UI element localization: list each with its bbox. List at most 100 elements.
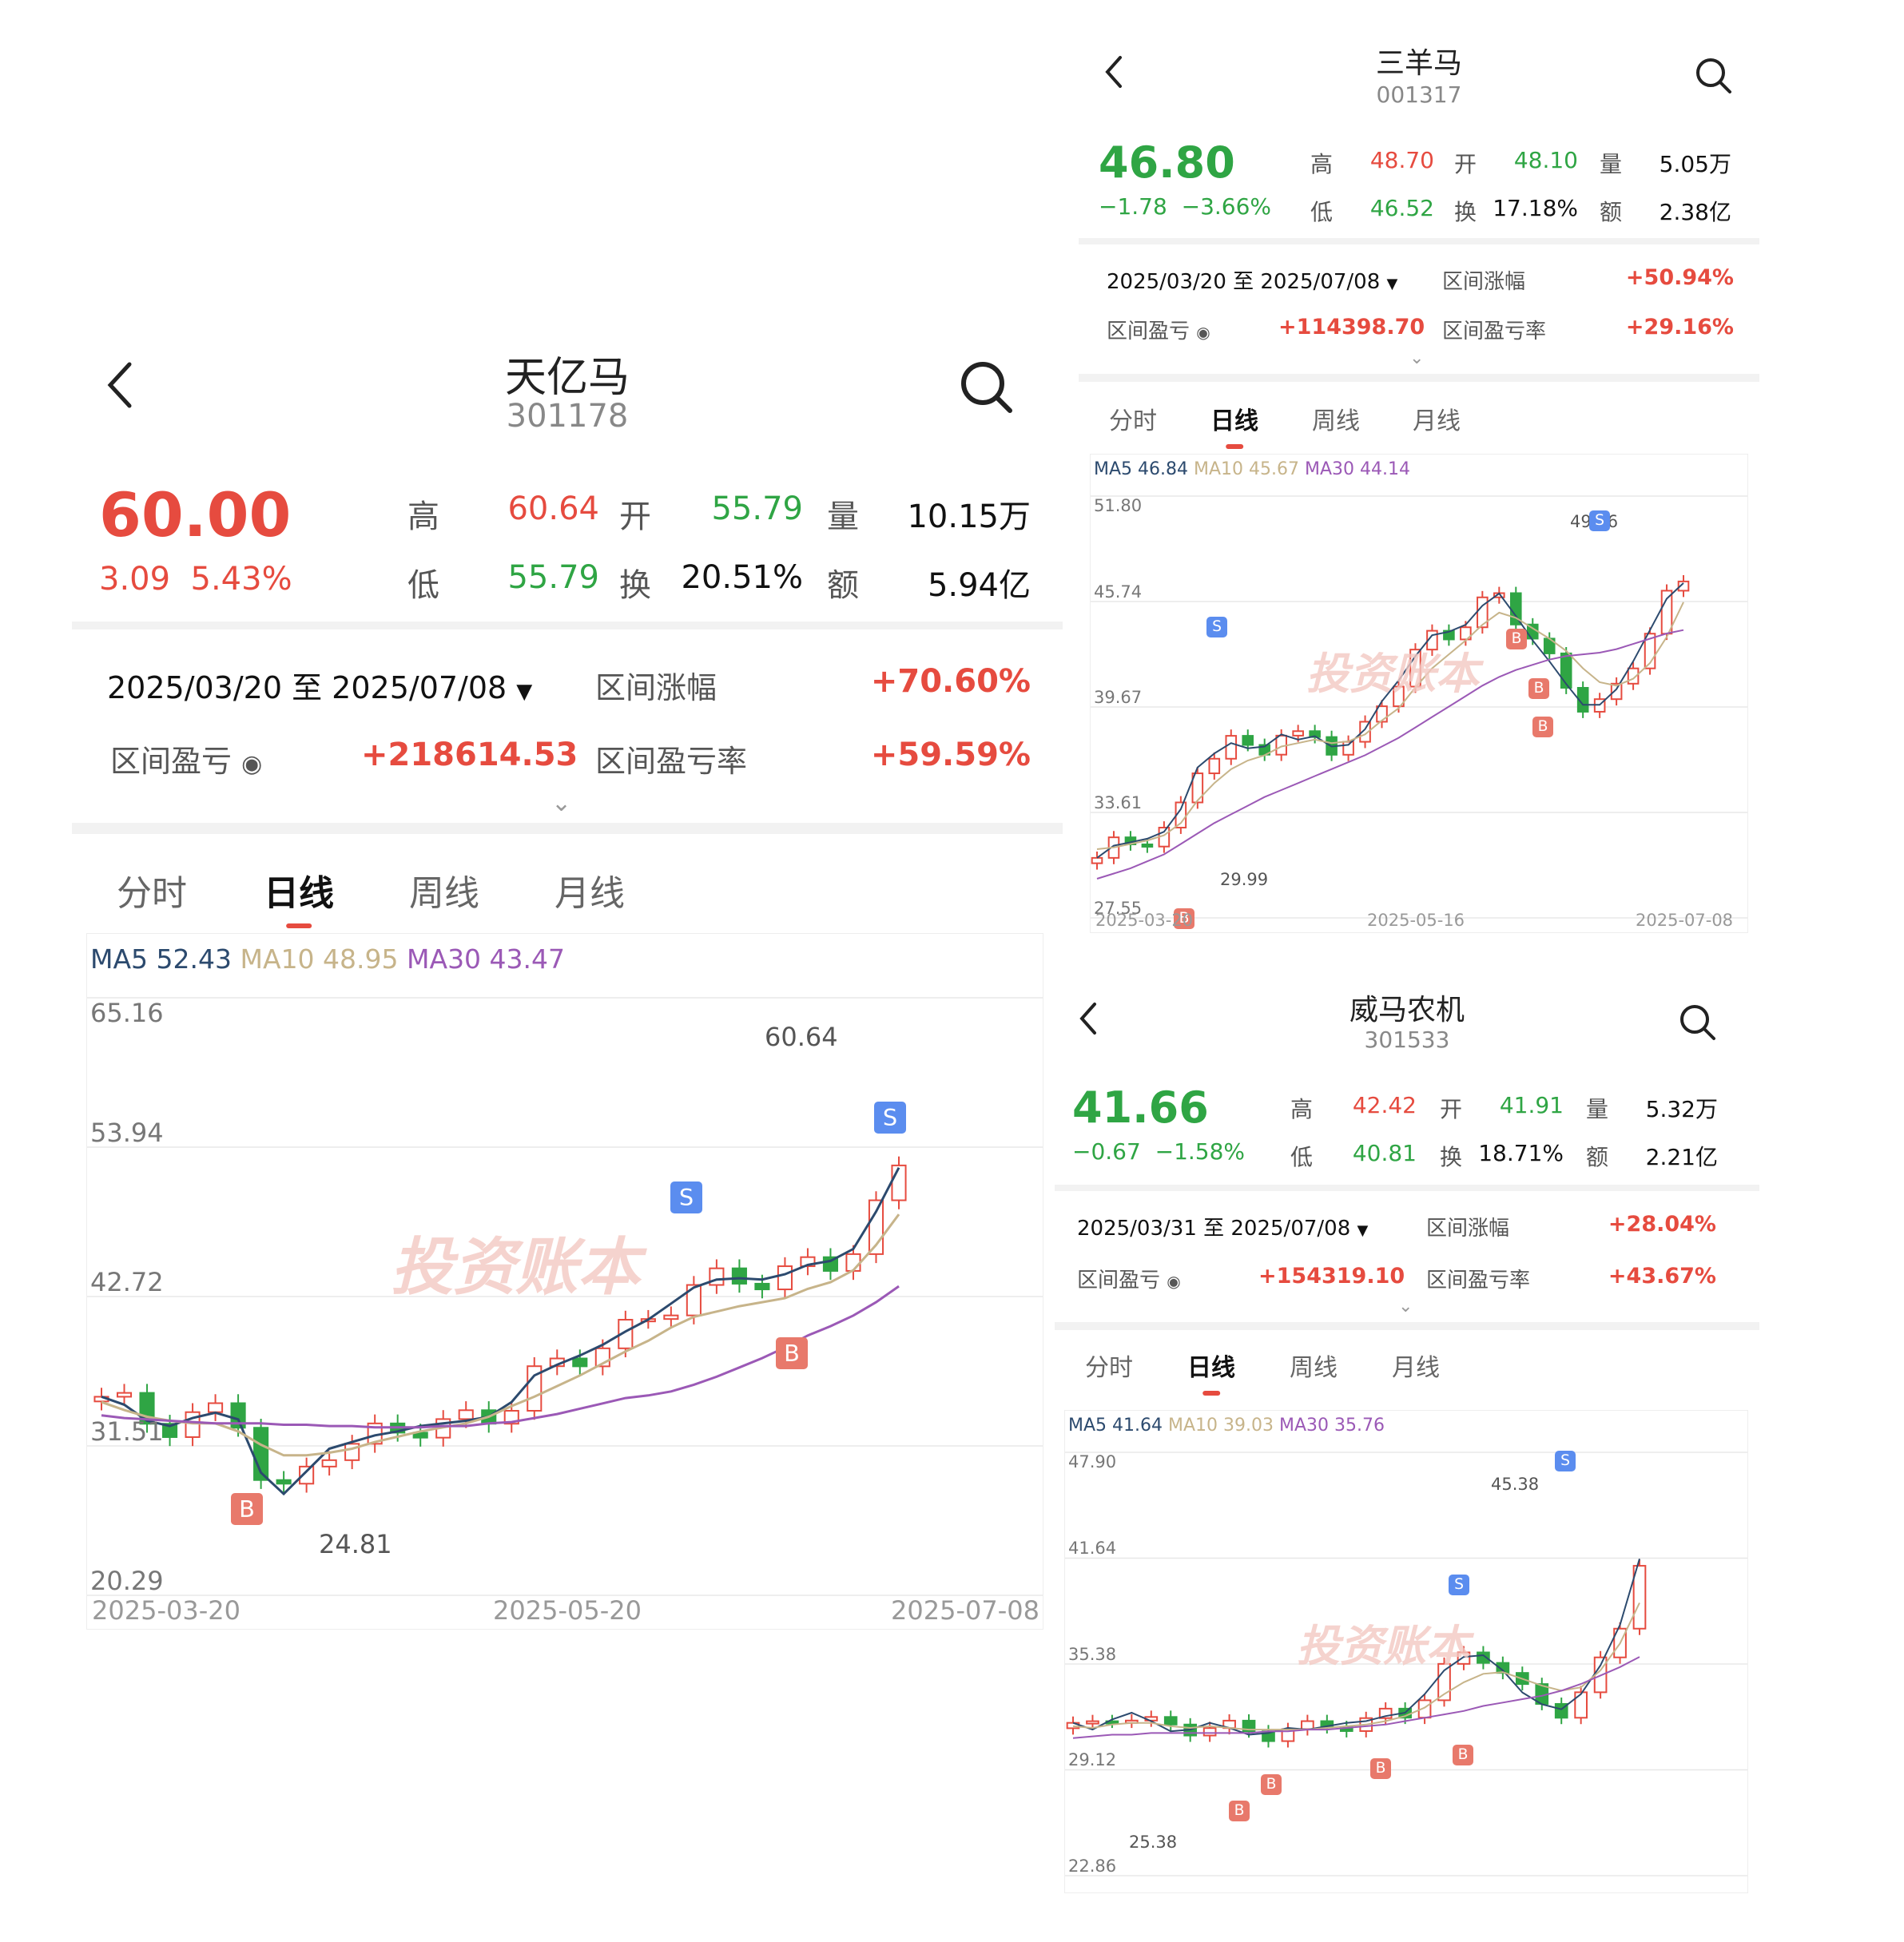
price-change: 3.09 5.43%	[99, 561, 292, 598]
search-icon	[961, 362, 1012, 413]
x-axis-date: 2025-05-20	[493, 1595, 642, 1626]
stat-high: 高 60.64	[407, 490, 599, 535]
range-rise-label: 区间涨幅	[1442, 270, 1526, 294]
buy-marker[interactable]: B	[1506, 629, 1527, 649]
ma5-line	[101, 1167, 900, 1496]
divider	[72, 622, 1063, 629]
x-axis-date: 2025-03-20	[92, 1595, 240, 1626]
candle-body	[208, 1402, 224, 1413]
range-selector[interactable]: 2025/03/31 至 2025/07/08 ▼	[1077, 1212, 1368, 1241]
x-axis-date: 2025-05-16	[1367, 910, 1465, 930]
tab-monthly[interactable]: 月线	[1392, 1348, 1440, 1383]
tab-weekly[interactable]: 周线	[1312, 401, 1360, 436]
range-selector[interactable]: 2025/03/20 至 2025/07/08 ▼	[107, 663, 532, 707]
range-selector[interactable]: 2025/03/20 至 2025/07/08 ▼	[1107, 265, 1397, 295]
price-change: −0.67 −1.58%	[1072, 1138, 1245, 1165]
stat-turnover: 换 20.51%	[619, 559, 803, 604]
candle-body	[777, 1265, 793, 1291]
candle-body	[1292, 730, 1304, 737]
change-value: 3.09	[99, 561, 171, 598]
divider	[1055, 1185, 1759, 1191]
buy-marker[interactable]: B	[776, 1337, 808, 1369]
stat-volume: 量 5.32万	[1586, 1096, 1718, 1122]
change-value: −1.78	[1099, 193, 1167, 220]
price-change: −1.78 −3.66%	[1099, 193, 1271, 220]
stat-low: 低 46.52	[1310, 195, 1434, 225]
tab-daily[interactable]: 日线	[1187, 1348, 1235, 1383]
kline-chart[interactable]: MA5 41.64 MA10 39.03 MA30 35.76 47.90 41.…	[1064, 1410, 1748, 1893]
buy-marker[interactable]: B	[1453, 1745, 1473, 1765]
y-axis-label: 39.67	[1094, 687, 1143, 707]
stock-name: 三羊马	[1375, 47, 1462, 80]
tab-monthly[interactable]: 月线	[555, 864, 625, 915]
divider	[1055, 1322, 1759, 1330]
triangle-down-icon: ▼	[516, 680, 533, 704]
stock-name: 天亿马	[504, 354, 630, 402]
tab-weekly[interactable]: 周线	[1290, 1348, 1338, 1383]
search-button[interactable]	[1694, 56, 1734, 96]
sell-marker[interactable]: S	[1449, 1575, 1469, 1595]
sell-marker[interactable]: S	[1555, 1451, 1576, 1471]
sell-marker[interactable]: S	[874, 1102, 906, 1134]
search-button[interactable]	[959, 359, 1015, 415]
tab-intraday[interactable]: 分时	[1109, 401, 1157, 436]
watermark: 投资账本	[1306, 649, 1479, 699]
y-axis-label: 41.64	[1068, 1539, 1117, 1559]
candle-body	[1242, 735, 1254, 746]
range-pnl-rate-value: +59.59%	[870, 737, 1031, 773]
eye-icon[interactable]: ◉	[1196, 323, 1210, 342]
kline-chart[interactable]: MA5 52.43 MA10 48.95 MA30 43.47 65.16 53.…	[86, 933, 1043, 1630]
stat-low: 低 40.81	[1290, 1140, 1417, 1170]
watermark: 投资账本	[391, 1232, 641, 1304]
stock-code: 001317	[1376, 81, 1462, 108]
min-price-annotation: 25.38	[1129, 1833, 1178, 1852]
tab-monthly[interactable]: 月线	[1413, 401, 1461, 436]
current-price: 41.66	[1072, 1082, 1209, 1133]
chevron-down-icon[interactable]: ⌄	[1409, 348, 1424, 368]
buy-marker[interactable]: B	[1532, 717, 1553, 737]
buy-marker[interactable]: B	[231, 1493, 263, 1525]
chevron-down-icon[interactable]: ⌄	[551, 789, 571, 817]
triangle-down-icon: ▼	[1357, 1222, 1369, 1239]
range-pnl-rate-label: 区间盈亏率	[595, 744, 748, 779]
search-button[interactable]	[1678, 1003, 1718, 1042]
stat-low: 低 55.79	[407, 559, 599, 604]
buy-marker[interactable]: B	[1528, 678, 1549, 699]
x-axis-date: 2025-03-20	[1095, 910, 1194, 930]
tab-daily[interactable]: 日线	[264, 864, 334, 915]
range-rise-value: +28.04%	[1608, 1212, 1716, 1237]
tab-intraday[interactable]: 分时	[1085, 1348, 1133, 1383]
eye-icon[interactable]: ◉	[241, 750, 262, 778]
sell-marker[interactable]: S	[1589, 510, 1610, 531]
range-rise-label: 区间涨幅	[595, 670, 717, 705]
stat-turnover: 换 17.18%	[1454, 195, 1578, 225]
range-pnl-rate-value: +29.16%	[1625, 315, 1734, 340]
period-tabs: 分时 日线 周线 月线	[1055, 1340, 1759, 1388]
tab-intraday[interactable]: 分时	[117, 864, 187, 915]
y-axis-label: 20.29	[90, 1566, 164, 1597]
x-axis-date: 2025-07-08	[1636, 910, 1734, 930]
tab-daily[interactable]: 日线	[1210, 401, 1258, 436]
buy-marker[interactable]: B	[1261, 1774, 1282, 1795]
chevron-down-icon[interactable]: ⌄	[1398, 1297, 1413, 1317]
change-percent: −3.66%	[1181, 193, 1272, 220]
stat-amount: 额 2.21亿	[1586, 1144, 1718, 1170]
kline-chart[interactable]: MA5 46.84 MA10 45.67 MA30 44.14 51.80 45.…	[1090, 454, 1748, 933]
y-axis-label: 47.90	[1068, 1452, 1117, 1471]
max-price-annotation: 60.64	[765, 1022, 838, 1052]
triangle-down-icon: ▼	[1386, 276, 1398, 292]
range-pnl-rate-value: +43.67%	[1608, 1264, 1716, 1289]
tab-weekly[interactable]: 周线	[409, 864, 479, 915]
eye-icon[interactable]: ◉	[1167, 1272, 1180, 1291]
buy-marker[interactable]: B	[1229, 1801, 1250, 1821]
x-axis-date: 2025-07-08	[891, 1595, 1039, 1626]
sell-marker[interactable]: S	[1206, 617, 1227, 637]
buy-marker[interactable]: B	[1370, 1758, 1391, 1779]
change-value: −0.67	[1072, 1138, 1141, 1165]
stat-high: 高 42.42	[1290, 1092, 1417, 1122]
candle-body	[1574, 1691, 1588, 1719]
period-tabs: 分时 日线 周线 月线	[72, 855, 1063, 919]
sell-marker[interactable]: S	[670, 1181, 702, 1213]
stat-amount: 额 2.38亿	[1600, 199, 1731, 225]
min-price-annotation: 24.81	[319, 1529, 392, 1559]
